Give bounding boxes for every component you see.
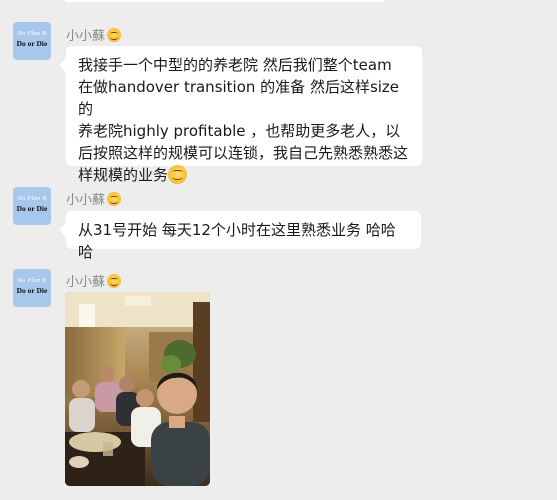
avatar[interactable]: No Plan B Do or Die (13, 187, 51, 225)
avatar[interactable]: No Plan B Do or Die (13, 269, 51, 307)
smiling-face-icon (168, 165, 188, 184)
avatar-text-top: No Plan B (17, 277, 47, 284)
smiling-face-icon (107, 274, 122, 288)
sender-name: 小小蘇 (66, 25, 122, 44)
avatar-text-top: No Plan B (17, 30, 47, 37)
message-line: 在做handover transition 的准备 然后这样size 的 (78, 78, 400, 118)
message-line: 养老院highly profitable ，也帮助更多老人，以 (78, 122, 401, 140)
smiling-face-icon (107, 28, 122, 42)
sender-name-text: 小小蘇 (66, 29, 106, 44)
sender-name-text: 小小蘇 (66, 275, 106, 290)
message-line: 样规模的业务 (78, 166, 169, 184)
avatar-text-bottom: Do or Die (16, 286, 48, 295)
avatar-text-bottom: Do or Die (16, 39, 48, 48)
message-bubble[interactable]: 我接手一个中型的的养老院 然后我们整个team 在做handover trans… (66, 46, 422, 184)
sender-name: 小小蘇 (66, 189, 122, 208)
message-bubble[interactable]: 从31号开始 每天12个小时在这里熟悉业务 哈哈哈 (66, 211, 421, 261)
previous-message-bubble-edge (64, 0, 386, 2)
group-selfie-photo[interactable] (65, 292, 210, 486)
message-line-last: 样规模的业务 (78, 164, 410, 186)
sender-name: 小小蘇 (66, 271, 122, 290)
message-line: 后按照这样的规模可以连锁，我自己先熟悉熟悉这 (78, 144, 409, 162)
avatar-text-bottom: Do or Die (16, 204, 48, 213)
sender-name-text: 小小蘇 (66, 193, 106, 208)
avatar-text-top: No Plan B (17, 195, 47, 202)
smiling-face-icon (107, 192, 122, 206)
message-line: 我接手一个中型的的养老院 然后我们整个team (78, 56, 392, 74)
message-line: 从31号开始 每天12个小时在这里熟悉业务 哈哈哈 (78, 221, 396, 261)
avatar[interactable]: No Plan B Do or Die (13, 22, 51, 60)
